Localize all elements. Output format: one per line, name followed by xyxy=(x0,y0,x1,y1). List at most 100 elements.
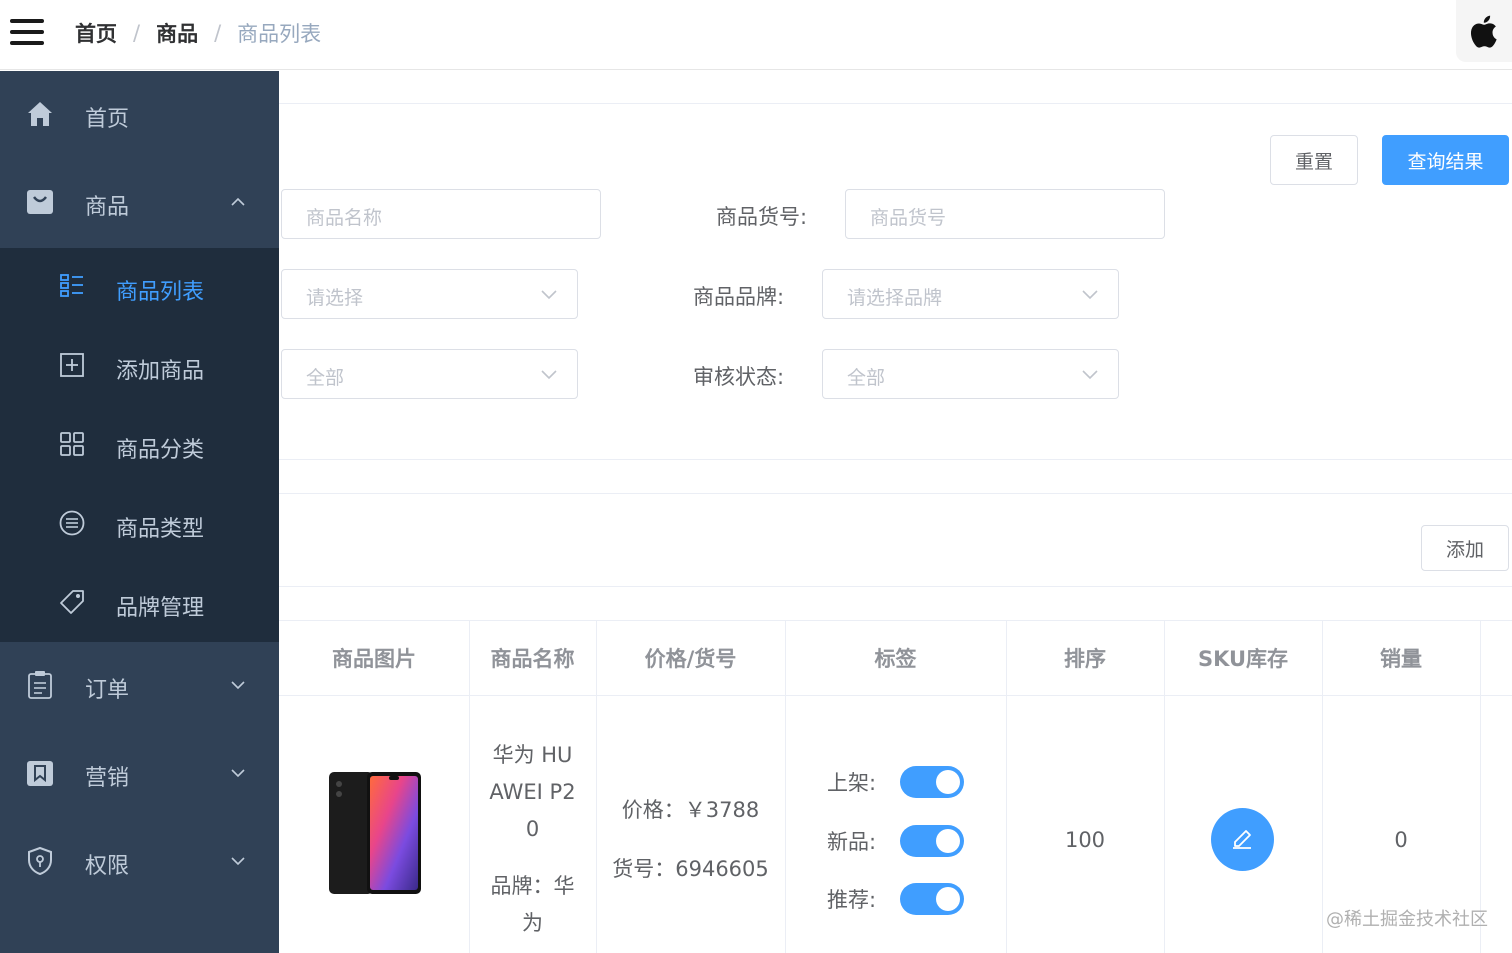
table-header-border xyxy=(279,695,1512,696)
breadcrumb-current: 商品列表 xyxy=(237,22,322,46)
top-bar: 首页 / 商品 / 商品列表 xyxy=(0,0,1512,70)
divider xyxy=(279,493,1512,494)
plus-square-icon xyxy=(60,353,84,377)
category-placeholder: 请选择 xyxy=(306,287,364,309)
column-divider xyxy=(1006,621,1007,953)
chevron-down-icon xyxy=(1082,370,1098,380)
product-name-line: 0 xyxy=(525,817,540,841)
category-select[interactable]: 请选择 xyxy=(281,269,578,319)
breadcrumb-separator: / xyxy=(214,21,222,45)
new-toggle[interactable] xyxy=(900,825,964,857)
publish-status-placeholder: 全部 xyxy=(306,367,345,389)
column-divider xyxy=(596,621,597,953)
list-circle-icon xyxy=(59,510,85,536)
brand-select[interactable]: 请选择品牌 xyxy=(822,269,1119,319)
column-header-image: 商品图片 xyxy=(332,647,416,671)
sidebar-item-label: 营销 xyxy=(85,766,130,791)
divider xyxy=(279,586,1512,587)
watermark: @稀土掘金技术社区 xyxy=(1326,909,1488,930)
breadcrumb-home[interactable]: 首页 xyxy=(75,18,117,48)
new-tag-label: 新品: xyxy=(827,830,877,854)
chevron-down-icon xyxy=(541,290,557,300)
publish-tag-label: 上架: xyxy=(827,771,877,795)
product-sort: 100 xyxy=(1064,828,1106,852)
sidebar-item-permissions[interactable]: 权限 xyxy=(0,818,279,906)
sidebar-item-marketing[interactable]: 营销 xyxy=(0,730,279,818)
submenu-item-label: 商品类型 xyxy=(116,517,205,542)
edit-sku-button[interactable] xyxy=(1211,808,1274,871)
hamburger-menu-icon[interactable] xyxy=(10,19,44,45)
chevron-down-icon xyxy=(231,769,245,778)
breadcrumb-separator: / xyxy=(133,21,141,45)
submenu-item-label: 商品分类 xyxy=(116,438,205,463)
recommend-tag-label: 推荐: xyxy=(827,888,877,912)
column-header-tags: 标签 xyxy=(874,647,917,671)
product-brand-line: 为 xyxy=(522,911,543,935)
product-sales: 0 xyxy=(1394,828,1408,852)
home-icon xyxy=(28,102,52,126)
chevron-down-icon xyxy=(1082,290,1098,300)
recommend-toggle[interactable] xyxy=(900,883,964,915)
column-header-name: 商品名称 xyxy=(490,647,575,671)
breadcrumb-section[interactable]: 商品 xyxy=(156,18,198,48)
goods-sn-placeholder: 商品货号 xyxy=(870,207,947,229)
add-button[interactable]: 添加 xyxy=(1421,525,1509,571)
submenu-item-label: 商品列表 xyxy=(116,280,205,305)
main-content: 重置 查询结果 商品名称 商品货号: 商品货号 请选择 商品品牌: 请选择品牌 … xyxy=(279,71,1512,953)
submenu-item-goods-list[interactable]: 商品列表 xyxy=(0,248,279,326)
publish-toggle[interactable] xyxy=(900,766,964,798)
chevron-down-icon xyxy=(231,681,245,690)
sidebar-item-label: 权限 xyxy=(85,854,130,879)
divider xyxy=(279,459,1512,460)
clipboard-icon xyxy=(28,671,52,699)
sidebar-item-label: 商品 xyxy=(85,195,130,220)
apple-icon xyxy=(1470,15,1497,48)
apple-logo-button[interactable] xyxy=(1456,0,1512,62)
reset-button[interactable]: 重置 xyxy=(1270,135,1358,185)
sidebar: 首页 商品 商品列表 添加商品 商品分类 商品类型 品牌管理 订单 营销 权限 xyxy=(0,71,279,953)
sidebar-item-goods[interactable]: 商品 xyxy=(0,159,279,247)
column-divider xyxy=(1480,621,1481,953)
submenu-item-brand-manage[interactable]: 品牌管理 xyxy=(0,564,279,642)
sidebar-item-orders[interactable]: 订单 xyxy=(0,642,279,730)
bookmark-icon xyxy=(27,761,53,786)
product-brand-line: 品牌：华 xyxy=(490,874,575,898)
grid-icon xyxy=(60,432,84,456)
publish-status-select[interactable]: 全部 xyxy=(281,349,578,399)
chevron-up-icon xyxy=(231,197,245,206)
product-name-line: AWEI P2 xyxy=(489,780,576,804)
query-button[interactable]: 查询结果 xyxy=(1382,135,1509,185)
audit-status-placeholder: 全部 xyxy=(847,367,886,389)
column-header-sort: 排序 xyxy=(1064,647,1106,671)
audit-status-select[interactable]: 全部 xyxy=(822,349,1119,399)
submenu-item-label: 品牌管理 xyxy=(116,596,205,621)
product-image xyxy=(329,772,421,894)
column-divider xyxy=(1164,621,1165,953)
brand-placeholder: 请选择品牌 xyxy=(847,287,943,309)
submenu-item-add-goods[interactable]: 添加商品 xyxy=(0,327,279,405)
edit-icon xyxy=(1233,830,1251,849)
goods-sn-label: 商品货号: xyxy=(716,205,808,229)
list-icon xyxy=(60,274,83,297)
chevron-down-icon xyxy=(541,370,557,380)
product-sn: 货号：6946605 xyxy=(612,857,769,881)
column-header-price: 价格/货号 xyxy=(644,647,737,671)
sidebar-item-label: 订单 xyxy=(85,678,130,703)
divider xyxy=(279,103,1512,104)
column-divider xyxy=(785,621,786,953)
brand-label: 商品品牌: xyxy=(693,285,785,309)
goods-name-input[interactable]: 商品名称 xyxy=(281,189,601,239)
column-divider xyxy=(1322,621,1323,953)
audit-status-label: 审核状态: xyxy=(693,365,785,389)
shopping-bag-icon xyxy=(27,190,53,214)
tag-icon xyxy=(60,590,84,614)
column-header-sku: SKU库存 xyxy=(1197,647,1289,671)
sidebar-item-home[interactable]: 首页 xyxy=(0,71,279,159)
submenu-item-label: 添加商品 xyxy=(116,359,205,384)
submenu-item-goods-category[interactable]: 商品分类 xyxy=(0,406,279,484)
goods-sn-input[interactable]: 商品货号 xyxy=(845,189,1165,239)
product-price: 价格：￥3788 xyxy=(621,798,760,822)
goods-name-placeholder: 商品名称 xyxy=(306,207,383,229)
submenu-item-goods-type[interactable]: 商品类型 xyxy=(0,485,279,563)
goods-submenu: 商品列表 添加商品 商品分类 商品类型 品牌管理 xyxy=(0,248,279,642)
